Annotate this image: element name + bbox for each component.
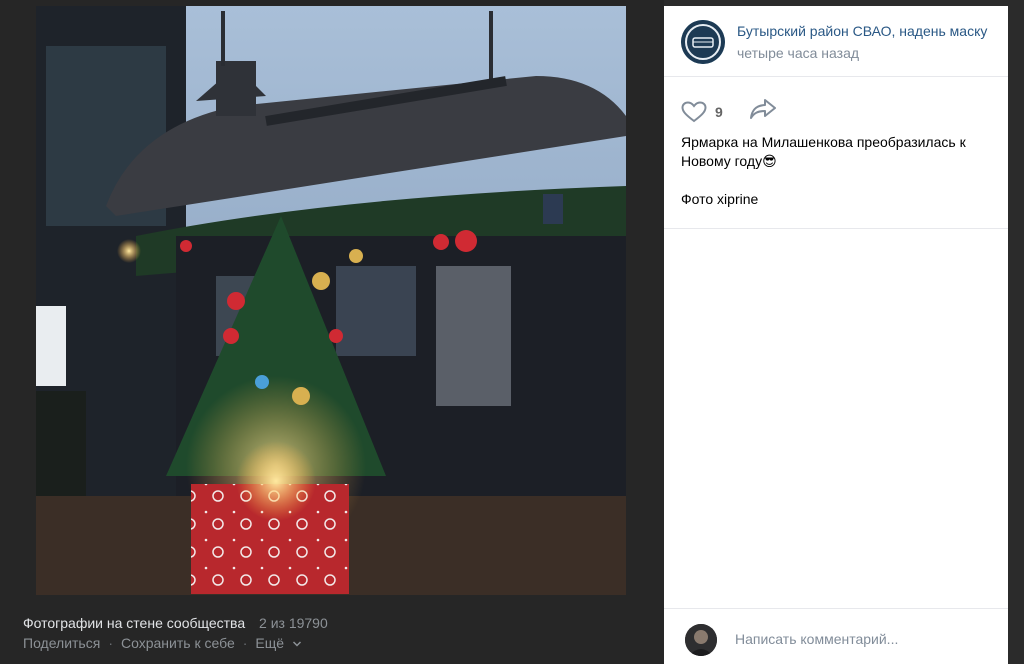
background-strip	[1008, 0, 1024, 664]
separator: ·	[108, 635, 113, 651]
photo-viewer: Фотографии на стене сообщества 2 из 1979…	[0, 0, 664, 664]
post-time[interactable]: четыре часа назад	[737, 45, 859, 61]
post-panel: Бутырский район СВАО, надень маску четыр…	[664, 6, 1008, 664]
chevron-down-icon	[292, 641, 301, 647]
share-link[interactable]: Поделиться	[23, 635, 100, 651]
more-button[interactable]: Ещё	[255, 635, 302, 651]
comment-bar	[664, 608, 1008, 664]
divider	[664, 228, 1008, 229]
user-avatar[interactable]	[685, 624, 717, 656]
avatar[interactable]	[681, 20, 725, 64]
comment-input[interactable]	[735, 627, 995, 651]
author-name[interactable]: Бутырский район СВАО, надень маску	[737, 23, 992, 39]
photo-meta: Фотографии на стене сообщества 2 из 1979…	[23, 615, 328, 631]
save-link[interactable]: Сохранить к себе	[121, 635, 235, 651]
post-text: Ярмарка на Милашенкова преобразилась к Н…	[681, 133, 996, 209]
photo-actions: Поделиться · Сохранить к себе · Ещё	[23, 635, 302, 651]
heart-icon	[681, 100, 707, 122]
photo[interactable]	[36, 6, 626, 595]
post-photo-credit: Фото xiprine	[681, 191, 759, 207]
separator: ·	[242, 635, 248, 651]
post-actions: 9	[681, 98, 777, 125]
post-text-body: Ярмарка на Милашенкова преобразилась к Н…	[681, 134, 966, 169]
share-arrow-icon	[749, 99, 776, 119]
like-count: 9	[715, 103, 723, 120]
more-label: Ещё	[255, 635, 285, 651]
post-header: Бутырский район СВАО, надень маску четыр…	[664, 6, 1008, 77]
share-button[interactable]	[749, 98, 777, 125]
album-title[interactable]: Фотографии на стене сообщества	[23, 615, 245, 631]
photo-counter: 2 из 19790	[259, 615, 328, 631]
like-button[interactable]: 9	[681, 100, 723, 123]
